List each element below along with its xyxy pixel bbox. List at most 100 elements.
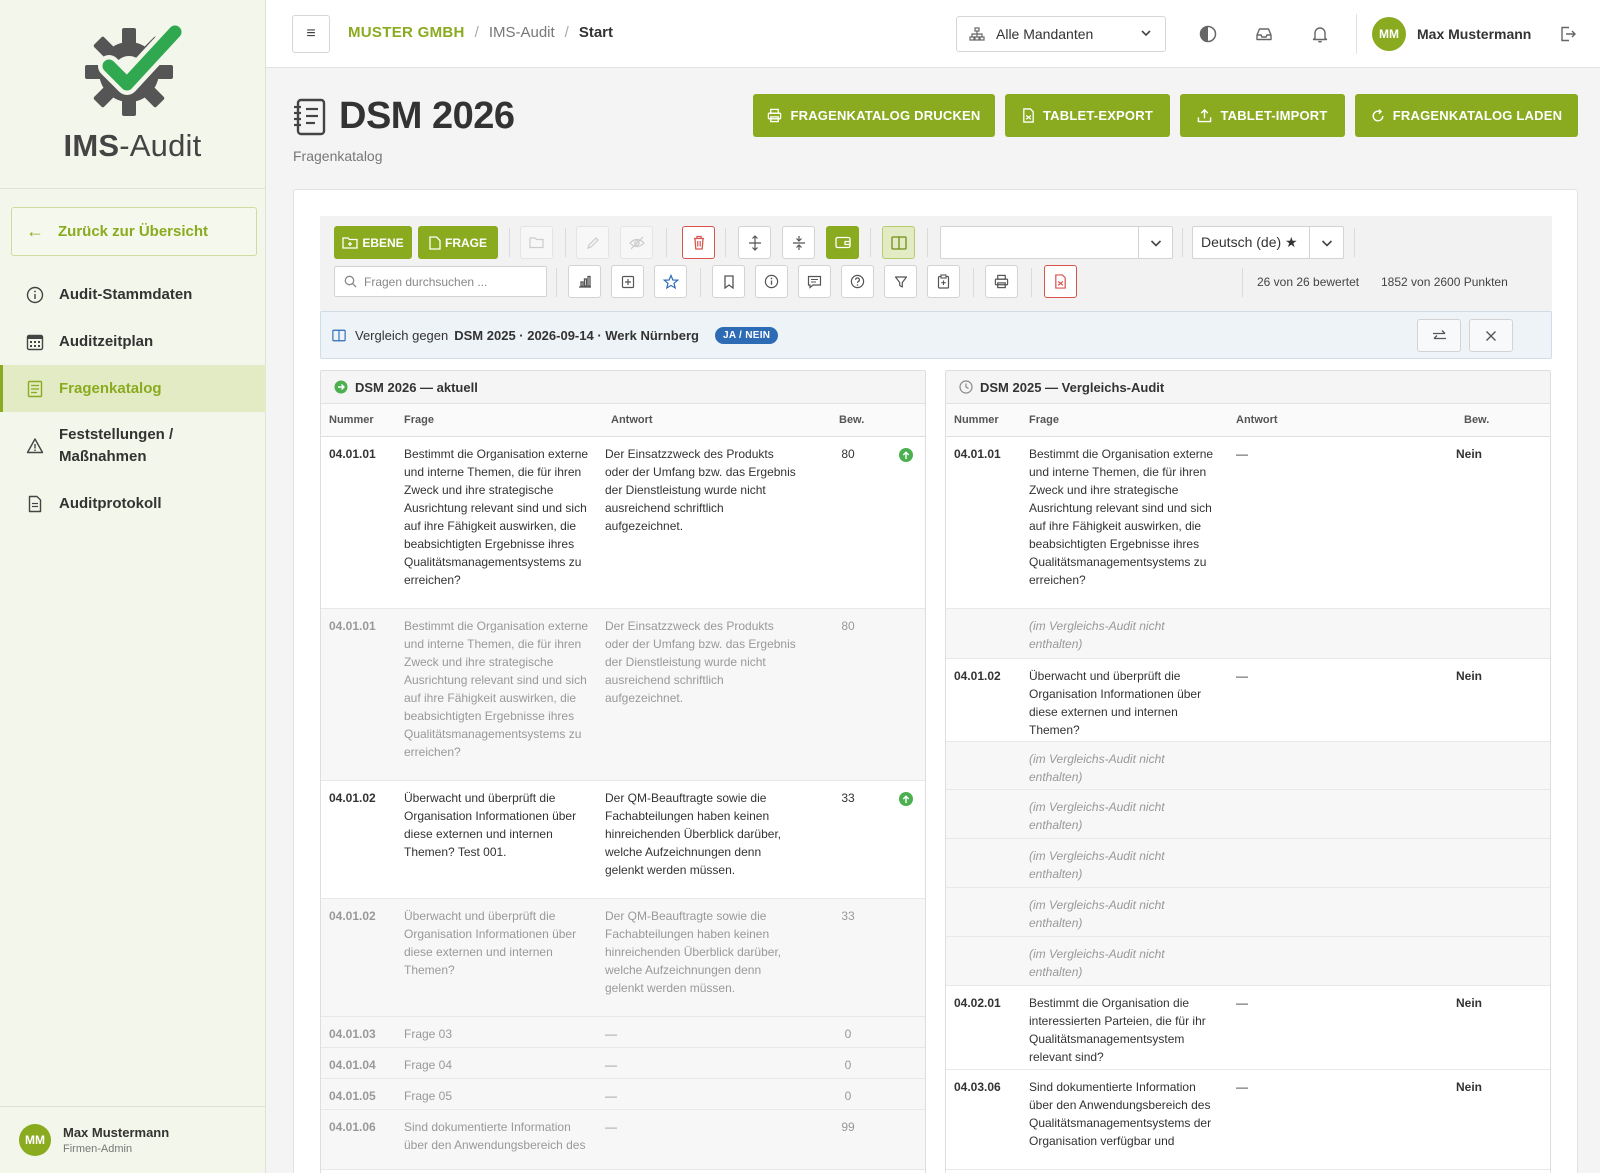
header-user-name: Max Mustermann bbox=[1417, 26, 1532, 42]
close-comparison-button[interactable] bbox=[1469, 319, 1513, 352]
hamburger-icon: ≡ bbox=[306, 25, 316, 42]
question-number: 04.02.01 bbox=[954, 996, 1001, 1010]
missing-note: (im Vergleichs-Audit nicht enthalten) bbox=[1029, 947, 1165, 979]
question-number: 04.01.01 bbox=[954, 447, 1001, 461]
user-name: Max Mustermann bbox=[63, 1125, 170, 1140]
logout-icon[interactable] bbox=[1558, 24, 1578, 44]
breadcrumb-company[interactable]: MUSTER GMBH bbox=[348, 24, 465, 41]
comments-button[interactable] bbox=[798, 265, 831, 298]
load-catalog-button[interactable]: FRAGENKATALOG LADEN bbox=[1355, 94, 1578, 137]
question-text: Frage 04 bbox=[404, 1058, 453, 1072]
topbar: ≡ MUSTER GMBH / IMS-Audit / Start Alle M… bbox=[266, 0, 1600, 68]
add-entry-button[interactable] bbox=[611, 265, 644, 298]
inbox-icon[interactable] bbox=[1254, 24, 1274, 44]
comparison-audit-pane: DSM 2025 — Vergleichs-Audit Nummer Frage… bbox=[945, 370, 1551, 1173]
question-text: Frage 03 bbox=[404, 1027, 453, 1041]
sidebar-user[interactable]: MM Max Mustermann Firmen-Admin bbox=[0, 1106, 266, 1173]
back-to-overview-button[interactable]: ← Zurück zur Übersicht bbox=[11, 207, 257, 256]
filter-button[interactable] bbox=[884, 265, 917, 298]
pane-header: DSM 2025 — Vergleichs-Audit bbox=[946, 371, 1550, 404]
table-row[interactable]: 04.02.01 Bestimmt die Organisation die in… bbox=[946, 986, 1550, 1070]
missing-row: (im Vergleichs-Audit nicht enthalten) bbox=[946, 790, 1550, 839]
question-number: 04.01.04 bbox=[329, 1058, 376, 1072]
calendar-icon bbox=[25, 332, 45, 352]
missing-note: (im Vergleichs-Audit nicht enthalten) bbox=[1029, 752, 1165, 784]
logo-text: IMS-Audit bbox=[63, 128, 202, 163]
menu-toggle-button[interactable]: ≡ bbox=[292, 15, 330, 53]
edit-button[interactable] bbox=[576, 226, 609, 259]
clipboard-button[interactable] bbox=[927, 265, 960, 298]
answer-text: — bbox=[605, 1089, 617, 1103]
sidebar-item-audit-stammdaten[interactable]: Audit-Stammdaten bbox=[0, 271, 266, 318]
language-select[interactable]: Deutsch (de) ★ bbox=[1192, 226, 1344, 259]
split-view-button[interactable] bbox=[882, 226, 915, 259]
table-row[interactable]: 04.01.01 Bestimmt die Organisation extern… bbox=[321, 437, 925, 609]
folder-open-button[interactable] bbox=[520, 226, 553, 259]
pdf-export-button[interactable] bbox=[1044, 265, 1077, 298]
table-row[interactable]: 04.01.02 Überwacht und überprüft die Orga… bbox=[321, 899, 925, 1017]
sidebar-item-auditzeitplan[interactable]: Auditzeitplan bbox=[0, 318, 266, 365]
print-button[interactable] bbox=[985, 265, 1018, 298]
table-row[interactable]: 04.01.06 Sind dokumentierte Information ü… bbox=[321, 1110, 925, 1170]
table-row[interactable]: 04.01.02 Überwacht und überprüft die Orga… bbox=[321, 781, 925, 899]
folder-plus-icon bbox=[342, 237, 358, 249]
question-number: 04.01.02 bbox=[329, 909, 376, 923]
table-row[interactable]: 04.01.01 Bestimmt die Organisation extern… bbox=[321, 609, 925, 781]
tablet-import-button[interactable]: TABLET-IMPORT bbox=[1180, 94, 1345, 137]
header-user-menu[interactable]: MM Max Mustermann bbox=[1372, 17, 1531, 51]
filter-icon bbox=[894, 275, 907, 288]
add-question-button[interactable]: FRAGE bbox=[418, 226, 498, 259]
contrast-icon[interactable] bbox=[1198, 24, 1218, 44]
question-text: Bestimmt die Organisation externe und in… bbox=[404, 619, 589, 759]
help-button[interactable] bbox=[841, 265, 874, 298]
page-header: DSM 2026 bbox=[293, 95, 515, 138]
sidebar-item-feststellungen[interactable]: Feststellungen / Maßnahmen bbox=[0, 412, 266, 480]
table-row[interactable]: 04.01.04 Frage 04 — 0 bbox=[321, 1048, 925, 1079]
tablet-view-button[interactable] bbox=[826, 226, 859, 259]
page-title: DSM 2026 bbox=[339, 95, 515, 137]
delete-button[interactable] bbox=[682, 226, 715, 259]
table-row[interactable]: 04.01.05 Frage 05 — 0 bbox=[321, 1079, 925, 1110]
tenant-select[interactable]: Alle Mandanten bbox=[956, 16, 1166, 52]
hide-button[interactable] bbox=[620, 226, 653, 259]
trash-icon bbox=[693, 235, 704, 250]
search-input[interactable] bbox=[364, 274, 534, 289]
rating-value: 0 bbox=[844, 1027, 852, 1041]
breadcrumb-current: Start bbox=[578, 24, 614, 41]
missing-row: (im Vergleichs-Audit nicht enthalten) bbox=[946, 839, 1550, 888]
catalog-card: EBENE FRAGE Deutsch (de) ★ Fragen durchs… bbox=[293, 189, 1578, 1173]
wallet-icon bbox=[834, 236, 851, 249]
question-text: Sind dokumentierte Information über den … bbox=[404, 1120, 586, 1152]
swap-comparison-button[interactable] bbox=[1417, 319, 1461, 352]
search-field[interactable] bbox=[334, 266, 547, 297]
table-row[interactable]: 04.01.03 Frage 03 — 0 bbox=[321, 1017, 925, 1048]
org-tree-icon bbox=[969, 27, 985, 41]
statistics-button[interactable] bbox=[568, 265, 601, 298]
logo: IMS-Audit bbox=[0, 0, 265, 189]
arrow-circle-right-icon bbox=[334, 380, 348, 394]
tablet-export-button[interactable]: TABLET-EXPORT bbox=[1005, 94, 1170, 137]
table-row[interactable]: 04.01.02 Überwacht und überprüft die Orga… bbox=[946, 659, 1550, 742]
table-row[interactable]: 04.01.01 Bestimmt die Organisation extern… bbox=[946, 437, 1550, 609]
swap-icon bbox=[1432, 329, 1446, 339]
add-level-button[interactable]: EBENE bbox=[334, 226, 412, 259]
favorites-button[interactable] bbox=[654, 265, 687, 298]
sidebar-item-auditprotokoll[interactable]: Auditprotokoll bbox=[0, 480, 266, 527]
comparison-label: Vergleich gegen bbox=[355, 327, 449, 343]
bell-icon[interactable] bbox=[1310, 24, 1330, 44]
question-number: 04.01.06 bbox=[329, 1120, 376, 1134]
close-icon bbox=[1486, 330, 1496, 341]
breadcrumb-app[interactable]: IMS-Audit bbox=[489, 24, 555, 41]
bookmark-button[interactable] bbox=[712, 265, 745, 298]
chevron-down-icon bbox=[1138, 227, 1172, 258]
missing-note: (im Vergleichs-Audit nicht enthalten) bbox=[1029, 800, 1165, 832]
info-button[interactable] bbox=[755, 265, 788, 298]
file-export-icon bbox=[1023, 108, 1034, 123]
table-row[interactable]: 04.03.06 Sind dokumentierte Information ü… bbox=[946, 1070, 1550, 1170]
expand-all-button[interactable] bbox=[738, 226, 771, 259]
level-select[interactable] bbox=[940, 226, 1173, 259]
back-label: Zurück zur Übersicht bbox=[58, 223, 209, 240]
print-catalog-button[interactable]: FRAGENKATALOG DRUCKEN bbox=[753, 94, 995, 137]
sidebar-item-fragenkatalog[interactable]: Fragenkatalog bbox=[0, 365, 266, 412]
collapse-all-button[interactable] bbox=[782, 226, 815, 259]
